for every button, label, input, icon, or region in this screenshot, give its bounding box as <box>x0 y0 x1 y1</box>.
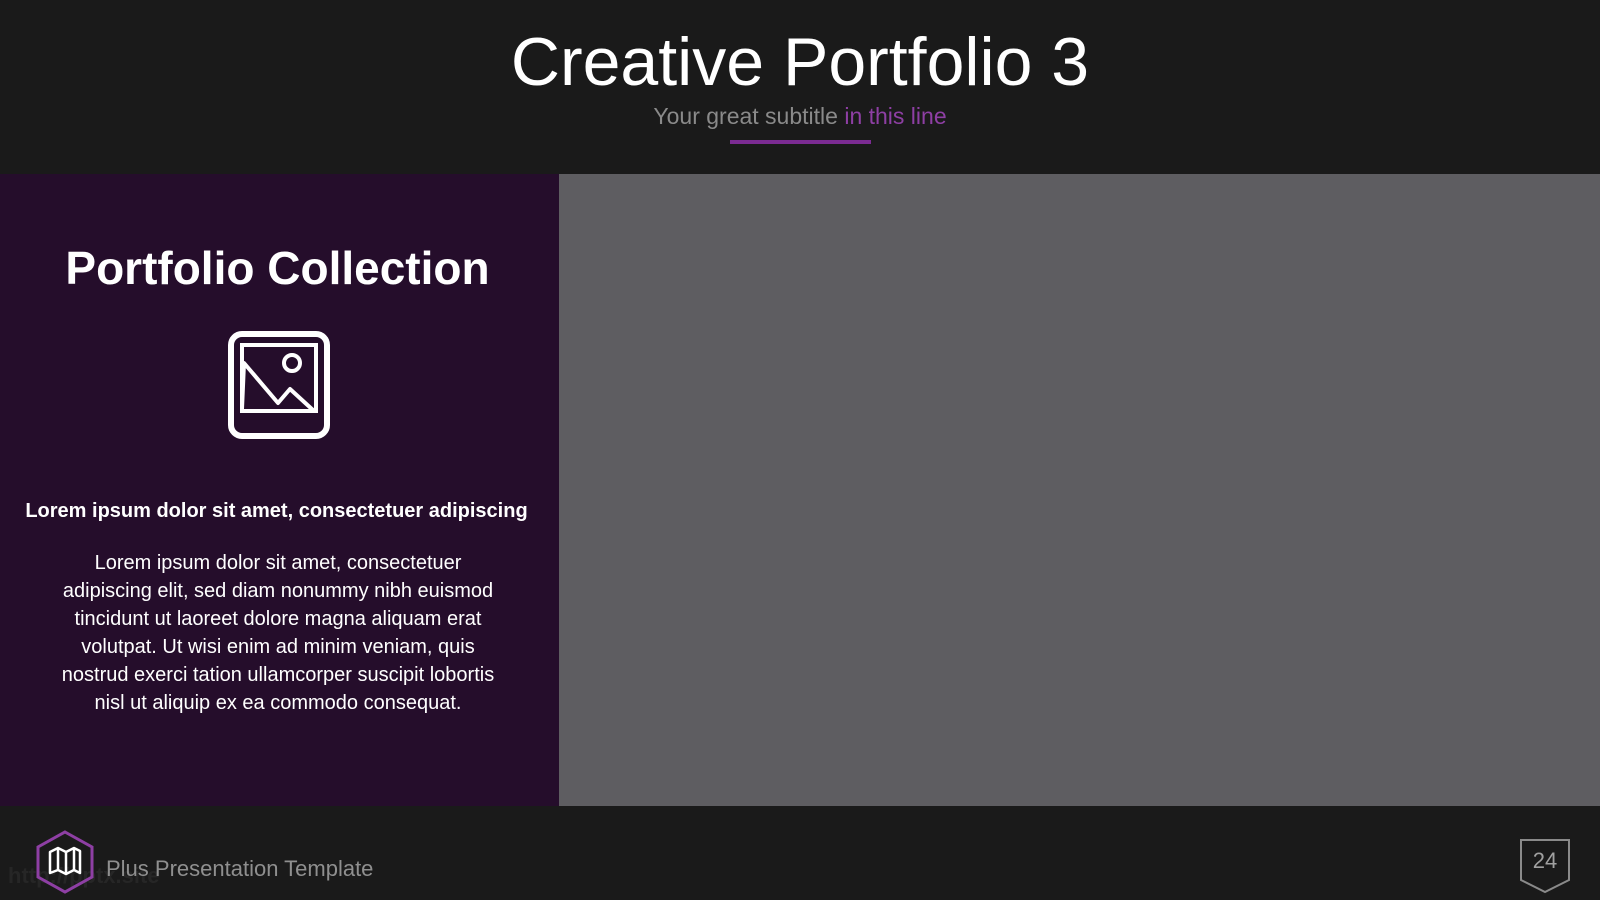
subtitle-accent-text: in this line <box>844 103 947 129</box>
portfolio-panel: Portfolio Collection Lorem ipsum dolor s… <box>0 174 559 806</box>
slide-title: Creative Portfolio 3 <box>510 24 1090 100</box>
footer-template-label: Plus Presentation Template <box>106 856 374 881</box>
page-number: 24 <box>1532 848 1558 873</box>
panel-body-text: Lorem ipsum dolor sit amet, consectetuer… <box>61 552 495 714</box>
slide-subtitle: Your great subtitle in this line <box>0 100 1600 132</box>
image-placeholder[interactable] <box>559 174 1600 806</box>
panel-heading: Portfolio Collection <box>65 242 490 294</box>
image-icon <box>228 331 330 439</box>
subtitle-text: Your great subtitle <box>653 103 845 129</box>
slide: Creative Portfolio 3 Your great subtitle… <box>0 0 1600 900</box>
slide-footer: http://pptx.site Plus Presentation Templ… <box>0 806 1600 900</box>
subtitle-underline <box>730 140 871 144</box>
panel-lead-text: Lorem ipsum dolor sit amet, consectetuer… <box>25 500 528 522</box>
slide-header: Creative Portfolio 3 Your great subtitle… <box>0 0 1600 174</box>
map-hexagon-icon <box>36 830 94 894</box>
